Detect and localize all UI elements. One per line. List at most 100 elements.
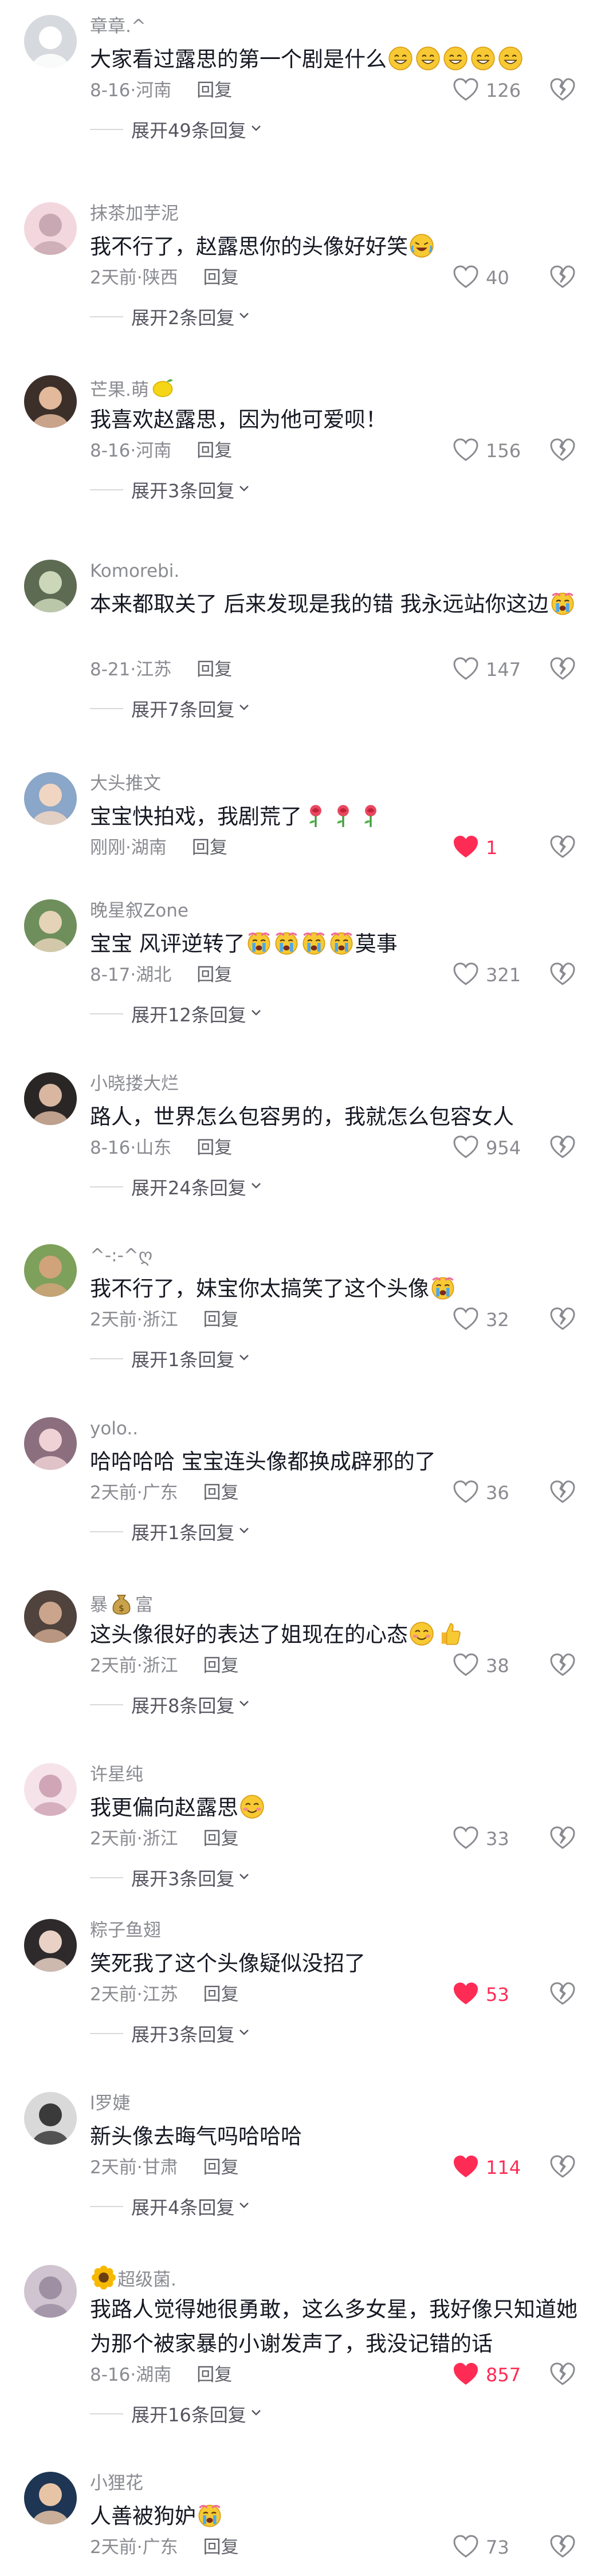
like-button[interactable]: 857 xyxy=(453,2361,527,2389)
username[interactable]: 抹茶加芋泥 xyxy=(90,202,179,225)
username[interactable]: 小晓搂大烂 xyxy=(90,1072,179,1095)
comment-meta: 8-21·江苏 回复 xyxy=(90,658,233,681)
dislike-button[interactable] xyxy=(550,264,576,292)
reply-button[interactable]: 回复 xyxy=(203,1983,239,2006)
grin-emoji-icon xyxy=(443,46,468,71)
avatar[interactable] xyxy=(24,1590,77,1643)
username[interactable]: Komorebi. xyxy=(90,560,179,583)
dislike-button[interactable] xyxy=(550,2361,576,2389)
avatar[interactable] xyxy=(24,375,77,428)
reply-button[interactable]: 回复 xyxy=(197,963,232,986)
expand-replies-button[interactable]: 展开2条回复 xyxy=(90,304,252,329)
reply-button[interactable]: 回复 xyxy=(203,266,239,289)
username[interactable]: 章章.^ xyxy=(90,15,146,38)
username[interactable]: 芒果.萌 xyxy=(90,375,176,402)
dislike-button[interactable] xyxy=(550,437,576,465)
like-button[interactable]: 1 xyxy=(453,834,527,862)
dislike-button[interactable] xyxy=(550,1306,576,1334)
comment-meta: 8-17·湖北 回复 xyxy=(90,963,233,986)
dislike-button[interactable] xyxy=(550,2154,576,2181)
reply-button[interactable]: 回复 xyxy=(192,836,227,859)
reply-button[interactable]: 回复 xyxy=(203,2156,239,2179)
comment-body: 这头像很好的表达了姐现在的心态 xyxy=(90,1622,408,1647)
reply-button[interactable]: 回复 xyxy=(203,2536,239,2559)
avatar[interactable] xyxy=(24,899,77,952)
like-button[interactable]: 36 xyxy=(453,1479,527,1507)
comment-time: 2天前 xyxy=(90,2537,137,2558)
avatar[interactable] xyxy=(24,772,77,825)
username[interactable]: l罗婕 xyxy=(90,2092,131,2115)
dislike-button[interactable] xyxy=(550,2534,576,2561)
dislike-button[interactable] xyxy=(550,1825,576,1853)
avatar[interactable] xyxy=(24,1417,77,1470)
expand-replies-button[interactable]: 展开4条回复 xyxy=(90,2194,252,2219)
username[interactable]: 超级菌. xyxy=(90,2265,176,2291)
like-button[interactable]: 32 xyxy=(453,1306,527,1334)
comment-text: 我不行了，赵露思你的头像好好笑 xyxy=(90,230,583,264)
username[interactable]: ^-:-^ღ xyxy=(90,1244,152,1267)
username[interactable]: 晚星叙Zone xyxy=(90,899,188,922)
like-button[interactable]: 156 xyxy=(453,437,527,465)
username[interactable]: 粽子鱼翅 xyxy=(90,1919,161,1942)
like-button[interactable]: 38 xyxy=(453,1652,527,1680)
reply-button[interactable]: 回复 xyxy=(203,1827,239,1850)
dislike-button[interactable] xyxy=(550,961,576,989)
username[interactable]: 许星纯 xyxy=(90,1763,143,1786)
expand-replies-button[interactable]: 展开1条回复 xyxy=(90,1346,252,1371)
username[interactable]: 暴 $ 富 xyxy=(90,1590,153,1617)
expand-replies-label: 展开3条回复 xyxy=(131,2024,235,2046)
expand-replies-button[interactable]: 展开1条回复 xyxy=(90,1519,252,1544)
reply-button[interactable]: 回复 xyxy=(203,1481,239,1504)
expand-replies-button[interactable]: 展开49条回复 xyxy=(90,117,264,142)
dislike-button[interactable] xyxy=(550,834,576,862)
avatar[interactable] xyxy=(24,2472,77,2524)
like-button[interactable]: 40 xyxy=(453,264,527,292)
comment-text: 这头像很好的表达了姐现在的心态 xyxy=(90,1618,583,1652)
expand-replies-button[interactable]: 展开8条回复 xyxy=(90,1692,252,1717)
expand-replies-button[interactable]: 展开3条回复 xyxy=(90,1865,252,1890)
reply-button[interactable]: 回复 xyxy=(197,1136,232,1159)
like-button[interactable]: 53 xyxy=(453,1981,527,2008)
username[interactable]: yolo.. xyxy=(90,1417,138,1440)
expand-replies-button[interactable]: 展开3条回复 xyxy=(90,2021,252,2046)
comment-text: 我喜欢赵露思，因为他可爱呗！ xyxy=(90,403,583,437)
comment-region: 河南 xyxy=(136,441,172,461)
reply-button[interactable]: 回复 xyxy=(203,1308,239,1331)
like-button[interactable]: 33 xyxy=(453,1825,527,1853)
username[interactable]: 大头推文 xyxy=(90,772,161,795)
username[interactable]: 小狸花 xyxy=(90,2472,143,2495)
expand-replies-button[interactable]: 展开12条回复 xyxy=(90,1001,264,1027)
like-button[interactable]: 126 xyxy=(453,77,527,104)
avatar[interactable] xyxy=(24,15,77,68)
avatar[interactable] xyxy=(24,2265,77,2318)
avatar[interactable] xyxy=(24,2092,77,2145)
reply-button[interactable]: 回复 xyxy=(197,439,232,462)
like-button[interactable]: 73 xyxy=(453,2534,527,2561)
reply-button[interactable]: 回复 xyxy=(197,79,232,102)
avatar[interactable] xyxy=(24,560,77,612)
reply-button[interactable]: 回复 xyxy=(203,1654,239,1677)
avatar[interactable] xyxy=(24,202,77,255)
dislike-button[interactable] xyxy=(550,1981,576,2008)
username-text: 芒果.萌 xyxy=(90,380,149,400)
comment-text: 宝宝 风评逆转了 莫事 xyxy=(90,927,583,961)
dislike-button[interactable] xyxy=(550,77,576,104)
expand-replies-button[interactable]: 展开7条回复 xyxy=(90,696,252,721)
reply-button[interactable]: 回复 xyxy=(197,2363,232,2386)
expand-replies-button[interactable]: 展开24条回复 xyxy=(90,1174,264,1199)
like-button[interactable]: 114 xyxy=(453,2154,527,2181)
avatar[interactable] xyxy=(24,1072,77,1125)
like-button[interactable]: 954 xyxy=(453,1134,527,1162)
expand-replies-button[interactable]: 展开16条回复 xyxy=(90,2401,264,2426)
dislike-button[interactable] xyxy=(550,1652,576,1680)
dislike-button[interactable] xyxy=(550,1134,576,1162)
like-button[interactable]: 147 xyxy=(453,656,527,683)
dislike-button[interactable] xyxy=(550,1479,576,1507)
reply-button[interactable]: 回复 xyxy=(197,658,232,681)
avatar[interactable] xyxy=(24,1919,77,1972)
dislike-button[interactable] xyxy=(550,656,576,683)
avatar[interactable] xyxy=(24,1244,77,1297)
avatar[interactable] xyxy=(24,1763,77,1816)
expand-replies-button[interactable]: 展开3条回复 xyxy=(90,477,252,502)
like-button[interactable]: 321 xyxy=(453,961,527,989)
